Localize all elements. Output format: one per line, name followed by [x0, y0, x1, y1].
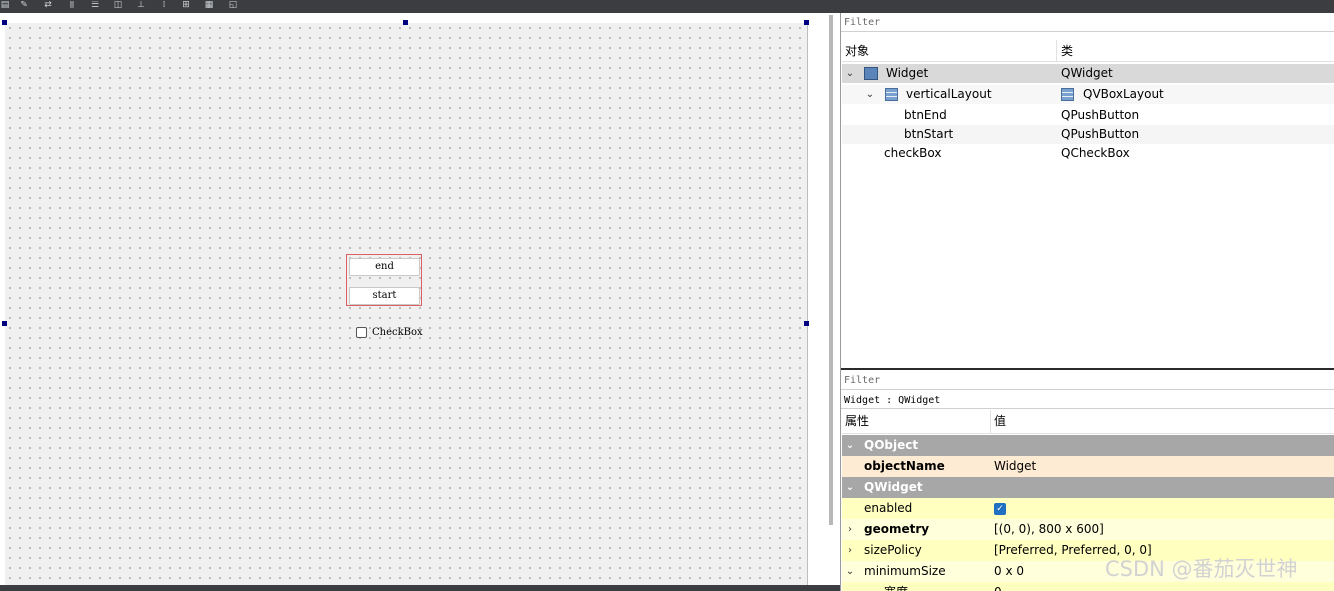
checkbox-label: CheckBox	[372, 326, 423, 338]
grid-layout-icon[interactable]: ⁞	[159, 1, 169, 10]
resize-handle-right[interactable]	[804, 321, 809, 326]
prop-value[interactable]: [(0, 0), 800 x 600]	[994, 519, 1104, 540]
chevron-down-icon[interactable]: ⌄	[865, 85, 875, 104]
column-separator	[1056, 40, 1057, 62]
chevron-right-icon[interactable]: ›	[845, 519, 855, 540]
resize-handle-left[interactable]	[2, 321, 7, 326]
btn-end[interactable]: end	[349, 258, 420, 276]
prop-geometry[interactable]: › geometry [(0, 0), 800 x 600]	[842, 519, 1334, 540]
chevron-down-icon[interactable]: ⌄	[845, 64, 855, 83]
object-filter-input[interactable]: Filter	[841, 13, 1334, 32]
tree-object-name: btnStart	[904, 127, 954, 141]
layout-icon[interactable]: ▤	[0, 1, 10, 10]
chevron-right-icon[interactable]: ›	[845, 540, 855, 561]
prop-key: objectName	[864, 459, 945, 473]
resize-handle-top-left[interactable]	[2, 20, 7, 25]
tree-class-name: QWidget	[1061, 66, 1113, 80]
checkmark-icon[interactable]: ✓	[994, 503, 1006, 515]
chevron-down-icon[interactable]: ⌄	[845, 561, 855, 582]
checkbox-widget[interactable]: CheckBox	[356, 325, 423, 339]
prop-value[interactable]: 0	[994, 582, 1002, 591]
prop-object-name[interactable]: objectName Widget	[842, 456, 1334, 477]
tab-order-icon[interactable]: ✎	[19, 1, 29, 10]
panel-divider[interactable]	[841, 368, 1334, 370]
btn-start[interactable]: start	[349, 287, 420, 305]
vertical-layout-icon[interactable]: ☰	[90, 1, 100, 10]
break-layout-icon[interactable]: ▦	[204, 1, 214, 10]
adjust-size-icon[interactable]: ◱	[228, 1, 238, 10]
resize-handle-top[interactable]	[403, 20, 408, 25]
class-column-header[interactable]: 类	[1061, 40, 1073, 62]
tree-object-name: verticalLayout	[906, 87, 992, 101]
tree-row-checkbox[interactable]: checkBox QCheckBox	[842, 144, 1334, 163]
group-qobject[interactable]: ⌄ QObject	[842, 435, 1334, 456]
chevron-down-icon[interactable]: ⌄	[845, 477, 855, 498]
object-column-header[interactable]: 对象	[845, 40, 869, 62]
chevron-down-icon[interactable]: ⌄	[845, 435, 855, 456]
property-filter-input[interactable]: Filter	[841, 371, 1334, 390]
group-qwidget[interactable]: ⌄ QWidget	[842, 477, 1334, 498]
horizontal-layout-icon[interactable]: ⫼	[67, 1, 77, 10]
group-label: QWidget	[864, 480, 923, 494]
group-label: QObject	[864, 438, 919, 452]
bottom-status-bar	[0, 585, 840, 591]
checkbox-box[interactable]	[356, 326, 367, 338]
widget-icon	[864, 67, 878, 80]
prop-enabled[interactable]: enabled ✓	[842, 498, 1334, 519]
layout-icon	[885, 88, 898, 101]
watermark: CSDN @番茄灭世神	[1105, 557, 1298, 581]
tree-class-name: QVBoxLayout	[1083, 87, 1164, 101]
prop-key: minimumSize	[864, 564, 946, 578]
prop-key: sizePolicy	[864, 543, 922, 557]
prop-value[interactable]: 0 x 0	[994, 561, 1024, 582]
prop-width[interactable]: 宽度 0	[842, 582, 1334, 591]
tree-class-name: QPushButton	[1061, 127, 1140, 141]
property-editor-title: Widget : QWidget	[841, 393, 1334, 409]
splitter-h-icon[interactable]: ◫	[113, 1, 123, 10]
tree-class-name: QPushButton	[1061, 108, 1140, 122]
tree-object-name: btnEnd	[904, 108, 947, 122]
form-layout-icon[interactable]: ⊞	[181, 1, 191, 10]
property-column-header[interactable]: 属性	[845, 410, 869, 432]
property-editor-header: 属性 值	[842, 410, 1334, 434]
tree-row-btn-end[interactable]: btnEnd QPushButton	[842, 106, 1334, 125]
tree-row-widget[interactable]: ⌄ Widget QWidget	[842, 64, 1334, 83]
resize-handle-top-right[interactable]	[804, 20, 809, 25]
tree-object-name: checkBox	[884, 146, 942, 160]
tree-object-name: Widget	[886, 66, 929, 80]
canvas-scrollbar[interactable]	[829, 15, 833, 525]
tree-row-vertical-layout[interactable]: ⌄ verticalLayout QVBoxLayout	[842, 85, 1334, 104]
prop-value[interactable]: Widget	[994, 456, 1036, 477]
layout-class-icon	[1061, 88, 1074, 101]
splitter-v-icon[interactable]: ⊥	[136, 1, 146, 10]
edit-signals-icon[interactable]: ⇄	[43, 1, 53, 10]
object-inspector-header: 对象 类	[842, 40, 1334, 62]
widget-form-grid[interactable]	[5, 23, 808, 591]
prop-key: enabled	[864, 501, 913, 515]
value-column-header[interactable]: 值	[994, 410, 1006, 432]
prop-key: 宽度	[884, 582, 908, 591]
column-separator	[990, 410, 991, 434]
tree-row-btn-start[interactable]: btnStart QPushButton	[842, 125, 1334, 144]
tree-class-name: QCheckBox	[1061, 146, 1130, 160]
form-editor-toolbar: ▤ ✎ ⇄ ⫼ ☰ ◫ ⊥ ⁞ ⊞ ▦ ◱	[0, 0, 1334, 13]
prop-key: geometry	[864, 522, 930, 536]
